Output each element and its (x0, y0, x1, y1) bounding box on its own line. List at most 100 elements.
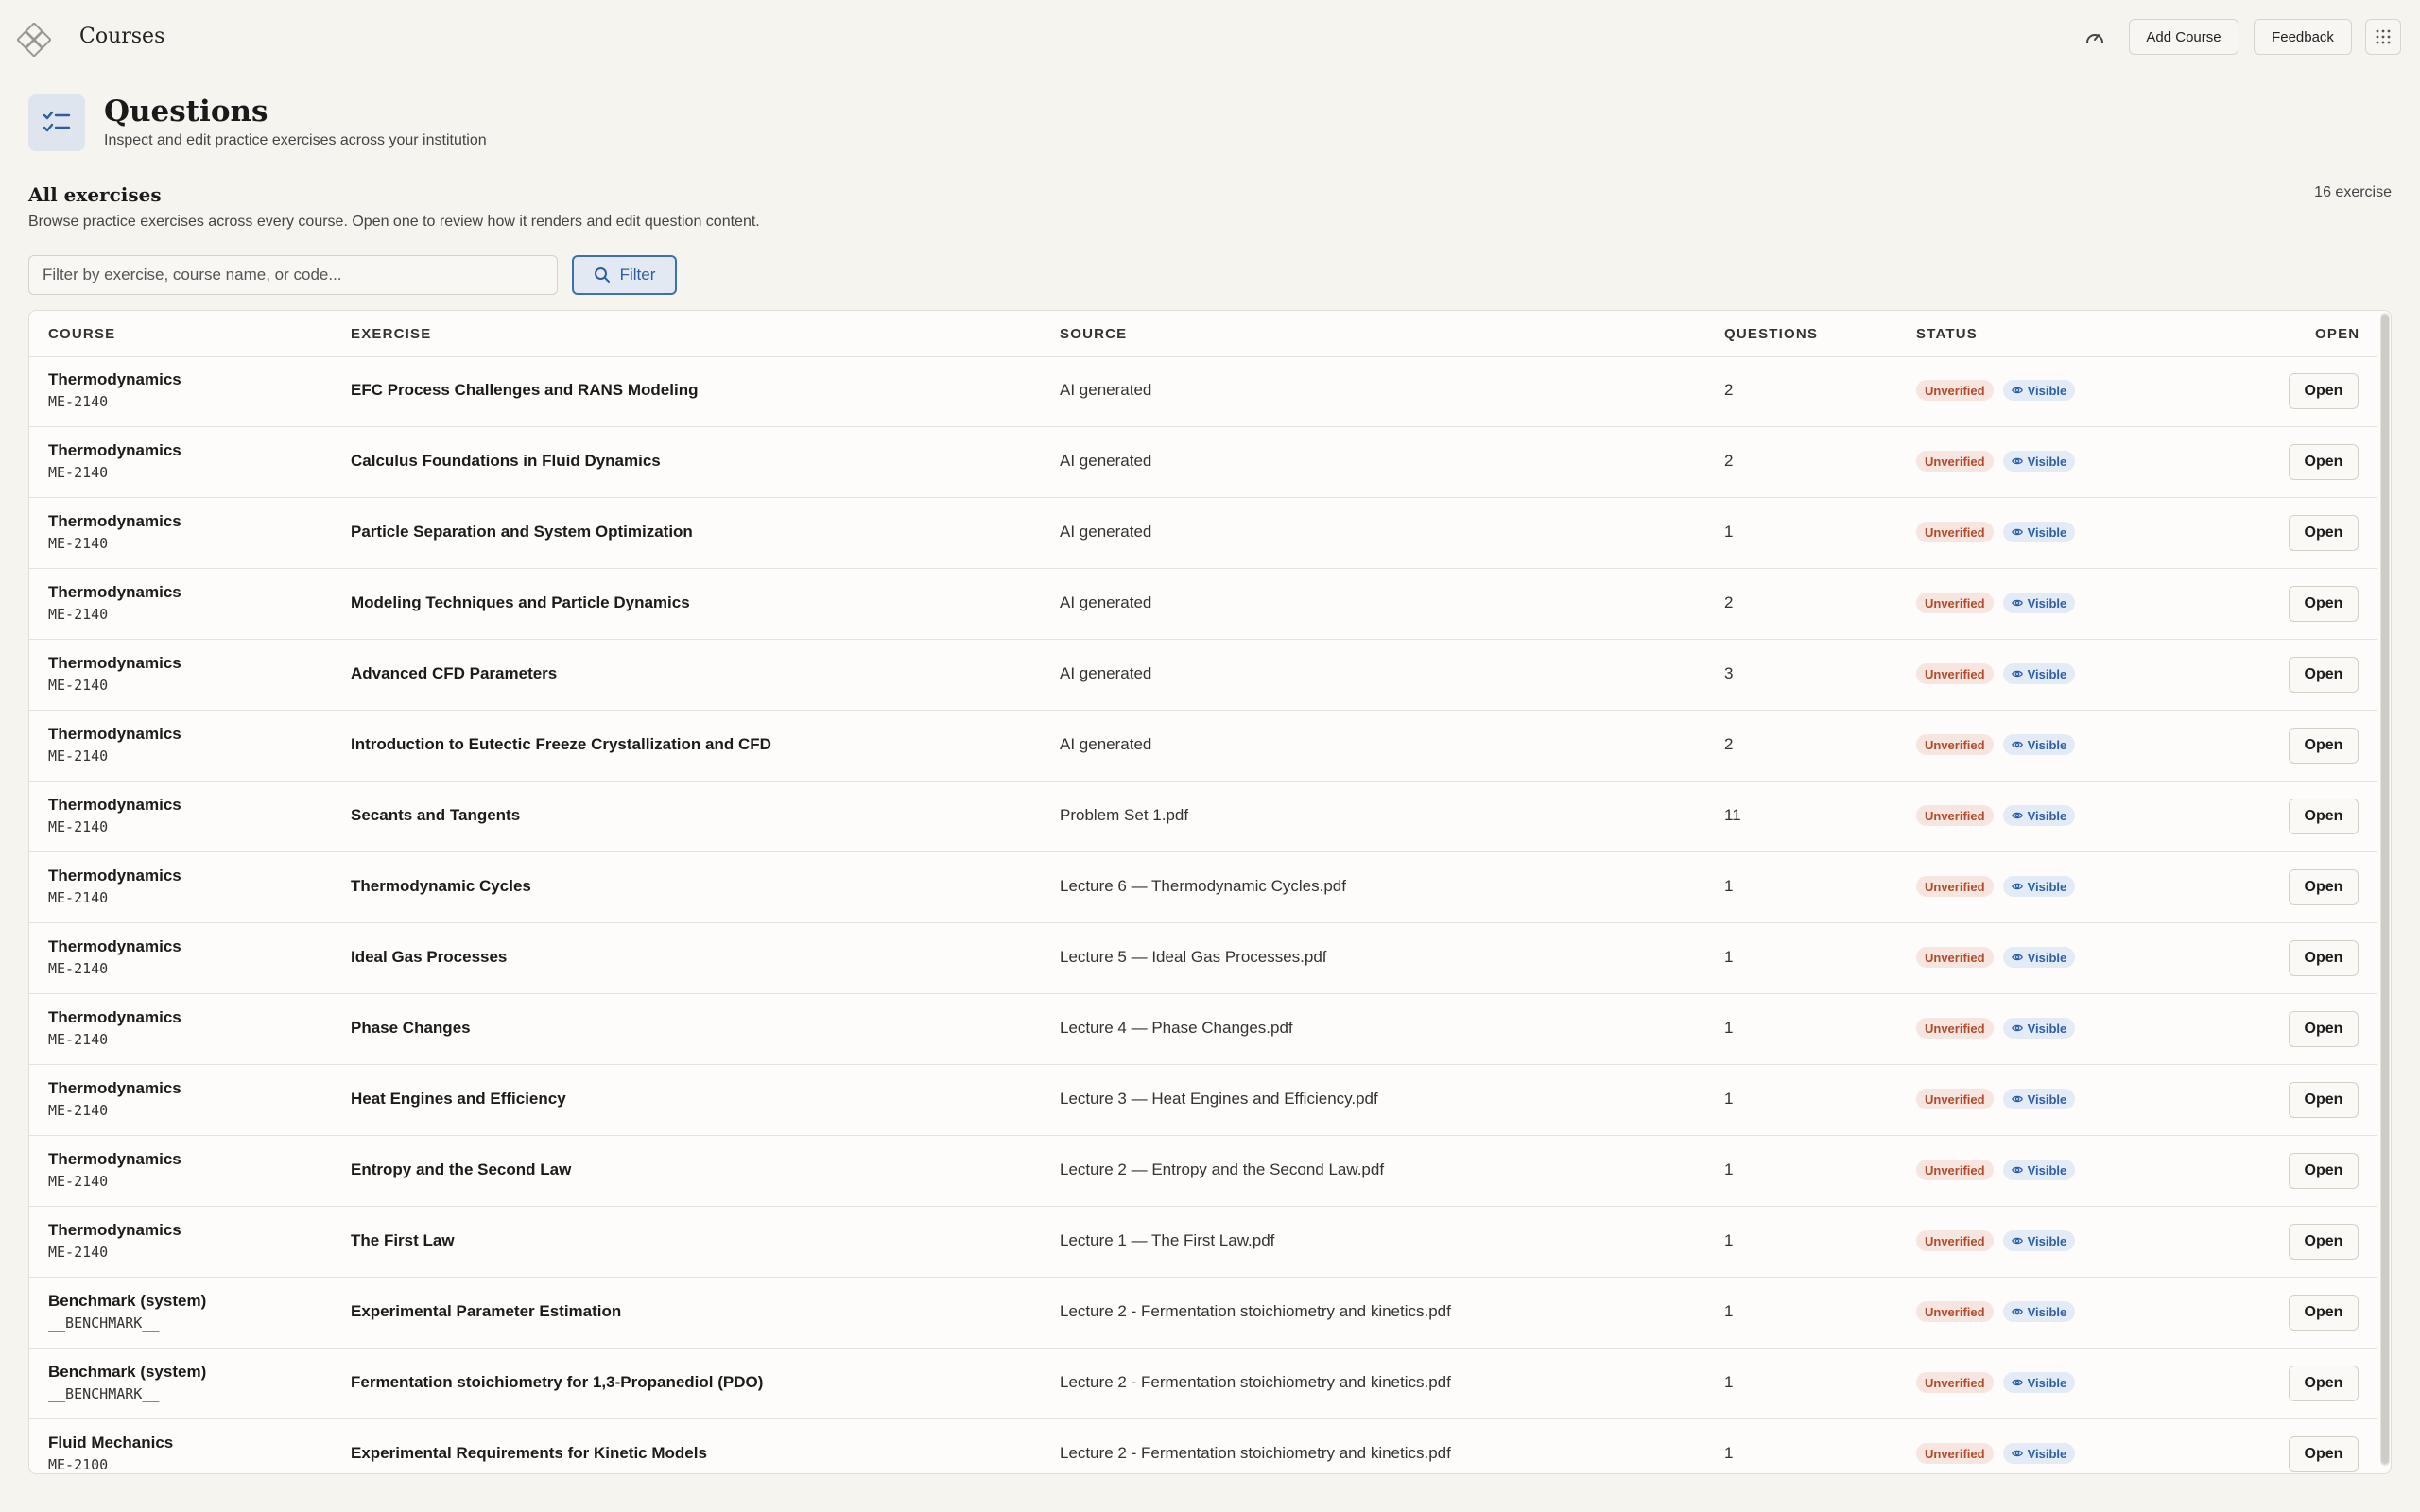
table-row[interactable]: Thermodynamics ME-2140 Introduction to Eut… (29, 711, 2377, 782)
add-course-button[interactable]: Add Course (2129, 19, 2238, 55)
open-button[interactable]: Open (2289, 1366, 2359, 1401)
open-button[interactable]: Open (2289, 1295, 2359, 1331)
table-row[interactable]: Thermodynamics ME-2140 Thermodynamic Cycle… (29, 852, 2377, 923)
filter-input[interactable] (28, 255, 558, 295)
source-name: AI generated (1060, 381, 1152, 399)
exercise-name: Particle Separation and System Optimizat… (351, 523, 693, 541)
question-count: 1 (1724, 1090, 1734, 1108)
course-name: Thermodynamics (48, 796, 182, 814)
course-name: Thermodynamics (48, 1150, 182, 1168)
course-cell: Fluid Mechanics ME-2100 (48, 1434, 173, 1473)
visible-badge-label: Visible (2027, 1091, 2067, 1107)
course-code: ME-2140 (48, 960, 109, 977)
course-name: Thermodynamics (48, 725, 182, 743)
visible-badge: Visible (2002, 451, 2076, 472)
exercise-name: Calculus Foundations in Fluid Dynamics (351, 452, 661, 470)
status-cell: Unverified Visible (1916, 734, 2076, 755)
grid-dots-icon[interactable] (2365, 19, 2401, 55)
unverified-badge: Unverified (1916, 805, 1994, 826)
feedback-button[interactable]: Feedback (2254, 19, 2352, 55)
course-name: Thermodynamics (48, 654, 182, 672)
open-button[interactable]: Open (2289, 869, 2359, 905)
eye-icon (2011, 457, 2023, 465)
visible-badge: Visible (2002, 1372, 2076, 1393)
scrollbar-thumb[interactable] (2381, 315, 2389, 1464)
table-row[interactable]: Thermodynamics ME-2140 Advanced CFD Parame… (29, 640, 2377, 711)
open-button[interactable]: Open (2289, 586, 2359, 622)
visible-badge: Visible (2002, 1089, 2076, 1109)
course-cell: Thermodynamics ME-2140 (48, 867, 182, 906)
source-name: Lecture 4 — Phase Changes.pdf (1060, 1019, 1293, 1037)
gauge-icon[interactable] (2083, 26, 2106, 49)
source-name: Lecture 2 — Entropy and the Second Law.p… (1060, 1160, 1385, 1178)
open-button[interactable]: Open (2289, 1436, 2359, 1472)
section-description: Browse practice exercises across every c… (28, 214, 760, 230)
exercise-name: Fermentation stoichiometry for 1,3-Propa… (351, 1373, 764, 1391)
course-name: Thermodynamics (48, 441, 182, 459)
eye-icon (2011, 670, 2023, 678)
status-cell: Unverified Visible (1916, 805, 2076, 826)
open-button[interactable]: Open (2289, 940, 2359, 976)
table-row[interactable]: Thermodynamics ME-2140 EFC Process Challen… (29, 356, 2377, 427)
filter-button[interactable]: Filter (572, 255, 677, 295)
course-code: ME-2140 (48, 818, 109, 835)
visible-badge-label: Visible (2027, 595, 2067, 610)
course-name: Benchmark (system) (48, 1363, 207, 1381)
table-row[interactable]: Thermodynamics ME-2140 Entropy and the Sec… (29, 1136, 2377, 1207)
status-cell: Unverified Visible (1916, 593, 2076, 613)
table-row[interactable]: Thermodynamics ME-2140 Phase Changes Lectur… (29, 994, 2377, 1065)
table-row[interactable]: Thermodynamics ME-2140 Heat Engines and Ef… (29, 1065, 2377, 1136)
table-row[interactable]: Benchmark (system) __BENCHMARK__ Experimen… (29, 1278, 2377, 1349)
eye-icon (2011, 883, 2023, 890)
open-button[interactable]: Open (2289, 373, 2359, 409)
open-button[interactable]: Open (2289, 799, 2359, 834)
unverified-badge: Unverified (1916, 1018, 1994, 1039)
source-name: Lecture 3 — Heat Engines and Efficiency.… (1060, 1090, 1378, 1108)
eye-icon (2011, 387, 2023, 394)
exercise-name: Entropy and the Second Law (351, 1160, 572, 1178)
status-cell: Unverified Visible (1916, 1372, 2076, 1393)
course-code: ME-2140 (48, 1031, 109, 1048)
eye-icon (2011, 528, 2023, 536)
table-row[interactable]: Thermodynamics ME-2140 Modeling Techniques… (29, 569, 2377, 640)
open-button[interactable]: Open (2289, 1082, 2359, 1118)
course-cell: Thermodynamics ME-2140 (48, 937, 182, 977)
source-name: AI generated (1060, 735, 1152, 753)
status-cell: Unverified Visible (1916, 1230, 2076, 1251)
open-button[interactable]: Open (2289, 657, 2359, 693)
source-name: AI generated (1060, 593, 1152, 611)
table-row[interactable]: Thermodynamics ME-2140 Secants and Tangent… (29, 782, 2377, 852)
open-button[interactable]: Open (2289, 444, 2359, 480)
open-button[interactable]: Open (2289, 1011, 2359, 1047)
course-name: Thermodynamics (48, 583, 182, 601)
open-button[interactable]: Open (2289, 1153, 2359, 1189)
open-button[interactable]: Open (2289, 515, 2359, 551)
app-title[interactable]: Courses (79, 25, 164, 48)
source-name: Problem Set 1.pdf (1060, 806, 1189, 824)
unverified-badge: Unverified (1916, 593, 1994, 613)
status-cell: Unverified Visible (1916, 522, 2076, 542)
diamond-logo-icon[interactable] (16, 22, 52, 58)
course-code: ME-2140 (48, 464, 109, 481)
unverified-badge: Unverified (1916, 1089, 1994, 1109)
question-count: 1 (1724, 1231, 1734, 1249)
exercise-name: Thermodynamic Cycles (351, 877, 531, 895)
table-row[interactable]: Thermodynamics ME-2140 The First Law Lectur… (29, 1207, 2377, 1278)
open-button[interactable]: Open (2289, 1224, 2359, 1260)
unverified-badge: Unverified (1916, 522, 1994, 542)
table-row[interactable]: Fluid Mechanics ME-2100 Experimental Requi… (29, 1419, 2377, 1473)
unverified-badge: Unverified (1916, 1443, 1994, 1464)
question-count: 1 (1724, 1444, 1734, 1462)
visible-badge: Visible (2002, 380, 2076, 401)
table-row[interactable]: Benchmark (system) __BENCHMARK__ Fermentat… (29, 1349, 2377, 1419)
course-cell: Thermodynamics ME-2140 (48, 1079, 182, 1119)
open-button[interactable]: Open (2289, 728, 2359, 764)
table-row[interactable]: Thermodynamics ME-2140 Calculus Foundation… (29, 427, 2377, 498)
course-cell: Benchmark (system) __BENCHMARK__ (48, 1363, 206, 1402)
course-cell: Thermodynamics ME-2140 (48, 512, 182, 552)
table-row[interactable]: Thermodynamics ME-2140 Ideal Gas Processes… (29, 923, 2377, 994)
table-row[interactable]: Thermodynamics ME-2140 Particle Separation… (29, 498, 2377, 569)
course-name: Thermodynamics (48, 512, 182, 530)
visible-badge-label: Visible (2027, 1375, 2067, 1390)
status-cell: Unverified Visible (1916, 451, 2076, 472)
